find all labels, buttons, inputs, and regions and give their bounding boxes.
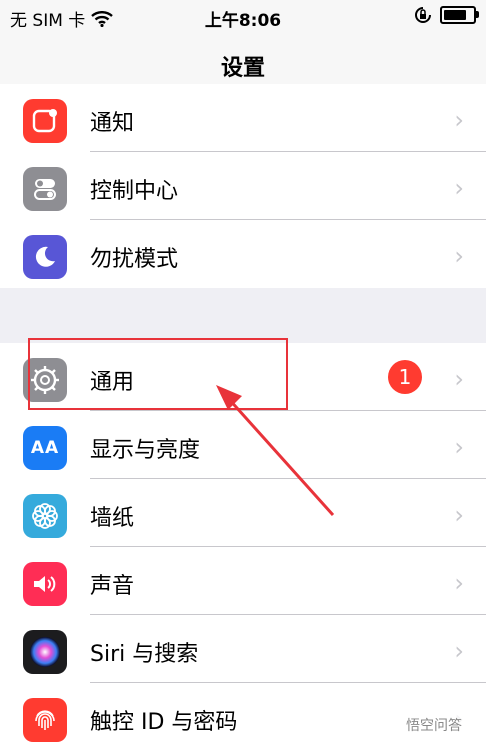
status-bar: 无 SIM 卡 上午8:06: [0, 0, 486, 34]
display-icon-text: AA: [30, 438, 60, 458]
chevron-right-icon: ›: [454, 501, 464, 529]
control-center-icon: [23, 167, 67, 211]
settings-row-wallpaper[interactable]: 墙纸 ›: [0, 479, 486, 547]
chevron-right-icon: ›: [454, 242, 464, 270]
chevron-right-icon: ›: [454, 365, 464, 393]
settings-row-label: 勿扰模式: [90, 247, 179, 272]
fingerprint-icon: [23, 698, 67, 742]
orientation-lock-icon: [415, 7, 431, 23]
highlight-box: [28, 338, 288, 410]
chevron-right-icon: ›: [454, 569, 464, 597]
settings-row-label: 控制中心: [90, 179, 179, 204]
notification-icon: [23, 99, 67, 143]
settings-row-notifications[interactable]: 通知 ›: [0, 84, 486, 152]
wallpaper-flower-icon: [23, 494, 67, 538]
display-icon: AA: [23, 426, 67, 470]
settings-row-label: Siri 与搜索: [90, 642, 199, 667]
settings-row-label: 通知: [90, 111, 135, 136]
settings-row-label: 墙纸: [90, 506, 135, 531]
status-right: [414, 6, 479, 24]
chevron-right-icon: ›: [454, 433, 464, 461]
page-title: 设置: [220, 56, 265, 81]
settings-row-sounds[interactable]: 声音 ›: [0, 547, 486, 615]
settings-row-do-not-disturb[interactable]: 勿扰模式 ›: [0, 220, 486, 288]
speaker-icon: [23, 562, 67, 606]
settings-row-display-brightness[interactable]: AA 显示与亮度 ›: [0, 411, 486, 479]
battery-fill: [444, 10, 466, 20]
chevron-right-icon: ›: [454, 174, 464, 202]
moon-icon: [23, 235, 67, 279]
settings-group-1: 通知 › 控制中心 › 勿扰模式 ›: [0, 84, 486, 288]
settings-row-label: 触控 ID 与密码: [90, 710, 238, 735]
notification-badge: 1: [388, 360, 422, 394]
watermark: 悟空问答: [400, 713, 468, 737]
battery-icon: [440, 6, 479, 24]
chevron-right-icon: ›: [454, 106, 464, 134]
settings-row-label: 声音: [90, 574, 135, 599]
siri-icon: [23, 630, 67, 674]
settings-row-control-center[interactable]: 控制中心 ›: [0, 152, 486, 220]
settings-row-label: 显示与亮度: [90, 438, 201, 463]
chevron-right-icon: ›: [454, 637, 464, 665]
settings-row-siri-search[interactable]: Siri 与搜索 ›: [0, 615, 486, 683]
